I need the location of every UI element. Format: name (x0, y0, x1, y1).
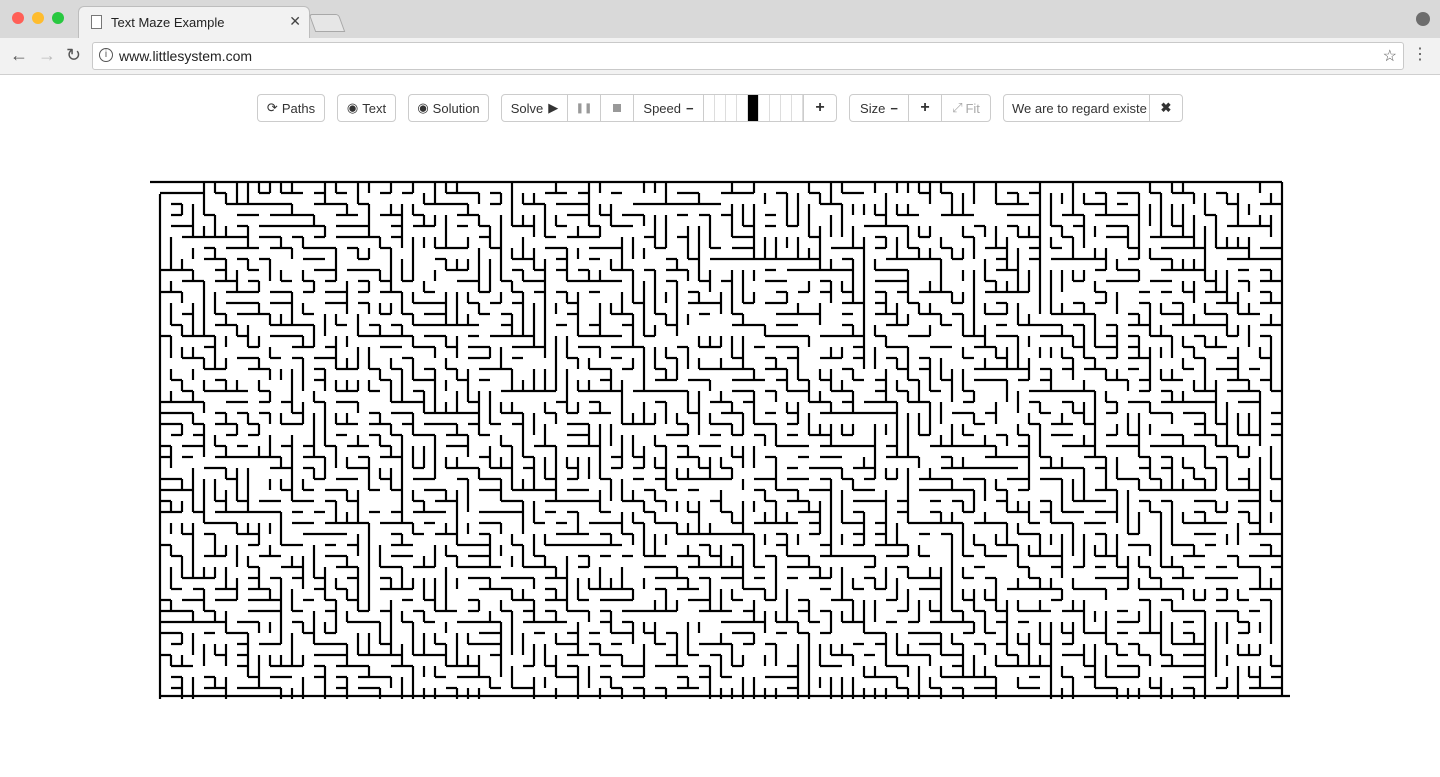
speed-meter[interactable] (704, 95, 804, 121)
pause-icon: ❚❚ (575, 102, 593, 114)
tab-title: Text Maze Example (111, 15, 225, 30)
browser-titlebar: Text Maze Example ✕ (0, 0, 1440, 39)
browser-menu-icon[interactable]: ⋮ (1412, 44, 1428, 64)
stop-button[interactable] (601, 95, 634, 121)
maze-toolbar: ⟳ Paths ◉ Text ◉ Solution Solve ▶ ❚❚ Spe… (0, 94, 1440, 124)
back-arrow-icon[interactable]: ← (10, 45, 28, 66)
play-icon: ▶ (548, 100, 559, 115)
text-button-label: Text (362, 100, 387, 116)
close-icon: ✖ (1160, 100, 1172, 115)
expand-icon: ⤢ (952, 100, 963, 115)
speed-decrease-button[interactable]: Speed − (634, 95, 704, 121)
speed-cell-active (748, 95, 759, 121)
solve-button[interactable]: Solve ▶ (502, 95, 568, 121)
fit-button-label: Fit (965, 100, 980, 116)
speed-cell (726, 95, 737, 121)
text-button[interactable]: ◉ Text (337, 94, 396, 122)
eye-icon: ◉ (417, 100, 429, 115)
solution-button-label: Solution (432, 100, 480, 116)
speed-cell (781, 95, 792, 121)
maze-canvas (150, 180, 1290, 699)
maze-walls (150, 180, 1290, 699)
url-text: www.littlesystem.com (119, 48, 253, 64)
solve-button-label: Solve (510, 100, 544, 116)
speed-cell (792, 95, 803, 121)
speed-increase-button[interactable]: + (804, 95, 836, 121)
browser-navbar: ← → ↻ i www.littlesystem.com ☆ ⋮ (0, 38, 1440, 75)
clear-text-button[interactable]: ✖ (1150, 95, 1182, 121)
text-input-group: We are to regard existe ✖ (1003, 94, 1183, 122)
zoom-window-button[interactable] (52, 12, 64, 24)
eye-icon: ◉ (346, 100, 359, 115)
minus-icon: − (890, 100, 898, 116)
paths-button[interactable]: ⟳ Paths (257, 94, 325, 122)
address-bar[interactable]: i www.littlesystem.com ☆ (92, 42, 1404, 70)
minus-icon: − (686, 100, 694, 116)
close-window-button[interactable] (12, 12, 24, 24)
forward-arrow-icon[interactable]: → (38, 45, 56, 66)
paths-button-label: Paths (281, 100, 316, 116)
document-icon (91, 15, 102, 29)
fit-button[interactable]: ⤢ Fit (942, 95, 990, 121)
solution-button[interactable]: ◉ Solution (408, 94, 489, 122)
size-group: Size − + ⤢ Fit (849, 94, 991, 122)
size-increase-button[interactable]: + (909, 95, 942, 121)
plus-icon: + (920, 99, 930, 116)
maze-wall-path (150, 180, 1290, 699)
browser-tab[interactable]: Text Maze Example ✕ (78, 6, 310, 39)
size-label: Size (860, 100, 886, 116)
reload-icon[interactable]: ↻ (66, 45, 81, 66)
maze-text-input[interactable]: We are to regard existe (1004, 95, 1150, 121)
new-tab-button[interactable] (308, 14, 346, 32)
solve-speed-group: Solve ▶ ❚❚ Speed − + (501, 94, 837, 122)
plus-icon: + (815, 99, 825, 116)
tab-close-icon[interactable]: ✕ (289, 13, 301, 30)
profile-icon[interactable] (1416, 12, 1430, 26)
minimize-window-button[interactable] (32, 12, 44, 24)
refresh-icon: ⟳ (266, 100, 278, 115)
speed-cell (770, 95, 781, 121)
pause-button[interactable]: ❚❚ (568, 95, 601, 121)
bookmark-star-icon[interactable]: ☆ (1383, 46, 1397, 66)
speed-cell (759, 95, 770, 121)
speed-cell (737, 95, 748, 121)
speed-cell (715, 95, 726, 121)
info-icon[interactable]: i (99, 48, 113, 62)
speed-label: Speed (643, 100, 681, 116)
speed-cell (704, 95, 715, 121)
stop-icon (613, 104, 621, 112)
size-decrease-button[interactable]: Size − (850, 95, 909, 121)
